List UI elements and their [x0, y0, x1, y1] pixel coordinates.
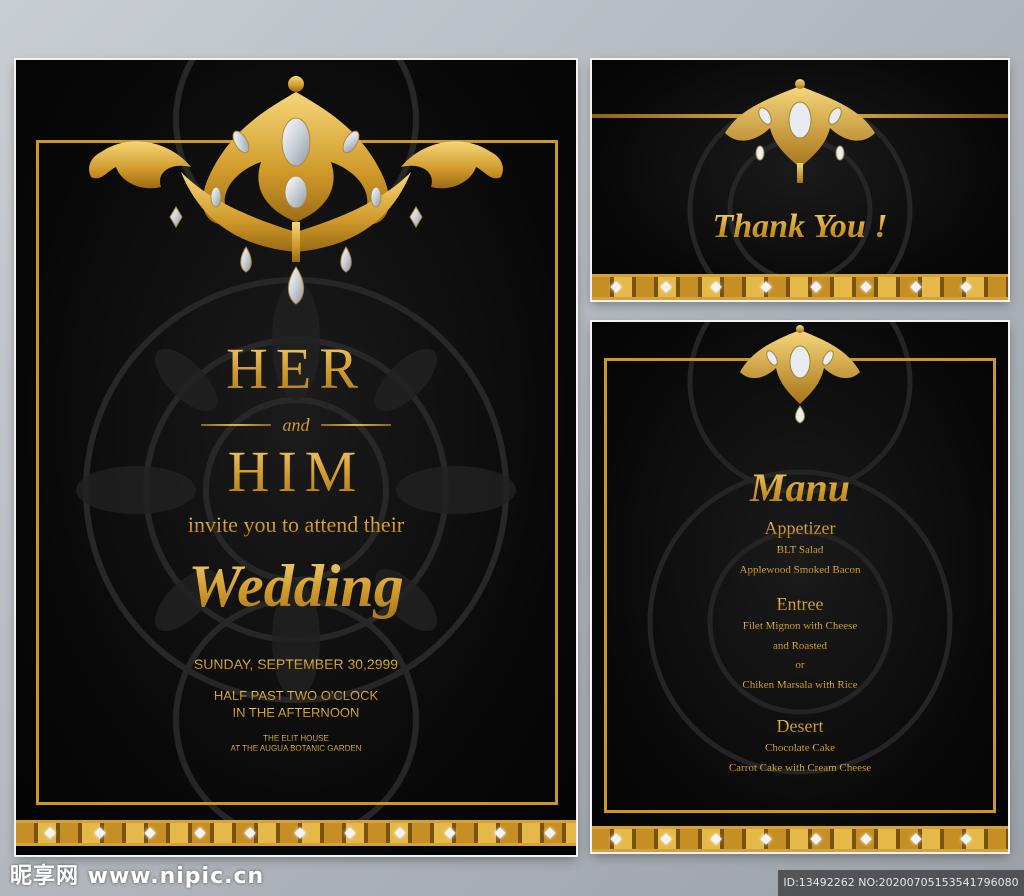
- invitation-bottom-band: [16, 820, 576, 846]
- menu-item: BLT Salad: [592, 544, 1008, 556]
- invite-line: invite you to attend their: [16, 512, 576, 538]
- venue-line-2: AT THE AUGUA BOTANIC GARDEN: [16, 744, 576, 753]
- jeweled-crown-icon: [89, 76, 503, 305]
- connector-text: and: [271, 415, 321, 436]
- name-her: HER: [16, 335, 576, 402]
- event-time-line-2: IN THE AFTERNOON: [16, 705, 576, 720]
- event-time-line-1: HALF PAST TWO O'CLOCK: [16, 688, 576, 703]
- thank-you-text: Thank You !: [592, 208, 1008, 246]
- menu-item: Carrot Cake with Cream Cheese: [592, 762, 1008, 774]
- menu-title: Manu: [592, 464, 1008, 511]
- site-watermark: 昵享网 www.nipic.cn: [10, 864, 265, 889]
- menu-item: Chiken Marsala with Rice: [592, 679, 1008, 691]
- image-id-watermark: ID:13492262 NO:20200705153541796080: [778, 870, 1024, 896]
- jeweled-crown-icon: [740, 325, 860, 424]
- thank-you-card: Thank You !: [592, 60, 1008, 300]
- and-divider: and: [201, 415, 391, 437]
- name-him: HIM: [16, 438, 576, 505]
- event-title: Wedding: [16, 552, 576, 621]
- thank-you-bottom-band: [592, 274, 1008, 300]
- menu-item: and Roasted: [592, 640, 1008, 652]
- jeweled-crown-icon: [725, 79, 875, 183]
- menu-section-heading: Appetizer: [592, 518, 1008, 539]
- menu-item: Filet Mignon with Cheese: [592, 620, 1008, 632]
- menu-card: Manu Appetizer BLT Salad Applewood Smoke…: [592, 322, 1008, 852]
- invitation-card: HER and HIM invite you to attend their W…: [16, 60, 576, 855]
- menu-bottom-band: [592, 826, 1008, 852]
- menu-item: Chocolate Cake: [592, 742, 1008, 754]
- menu-section-heading: Desert: [592, 716, 1008, 737]
- menu-item: Applewood Smoked Bacon: [592, 564, 1008, 576]
- menu-section-heading: Entree: [592, 594, 1008, 615]
- venue-line-1: THE ELIT HOUSE: [16, 734, 576, 743]
- event-date: SUNDAY, SEPTEMBER 30,2999: [16, 656, 576, 672]
- menu-item: or: [592, 659, 1008, 671]
